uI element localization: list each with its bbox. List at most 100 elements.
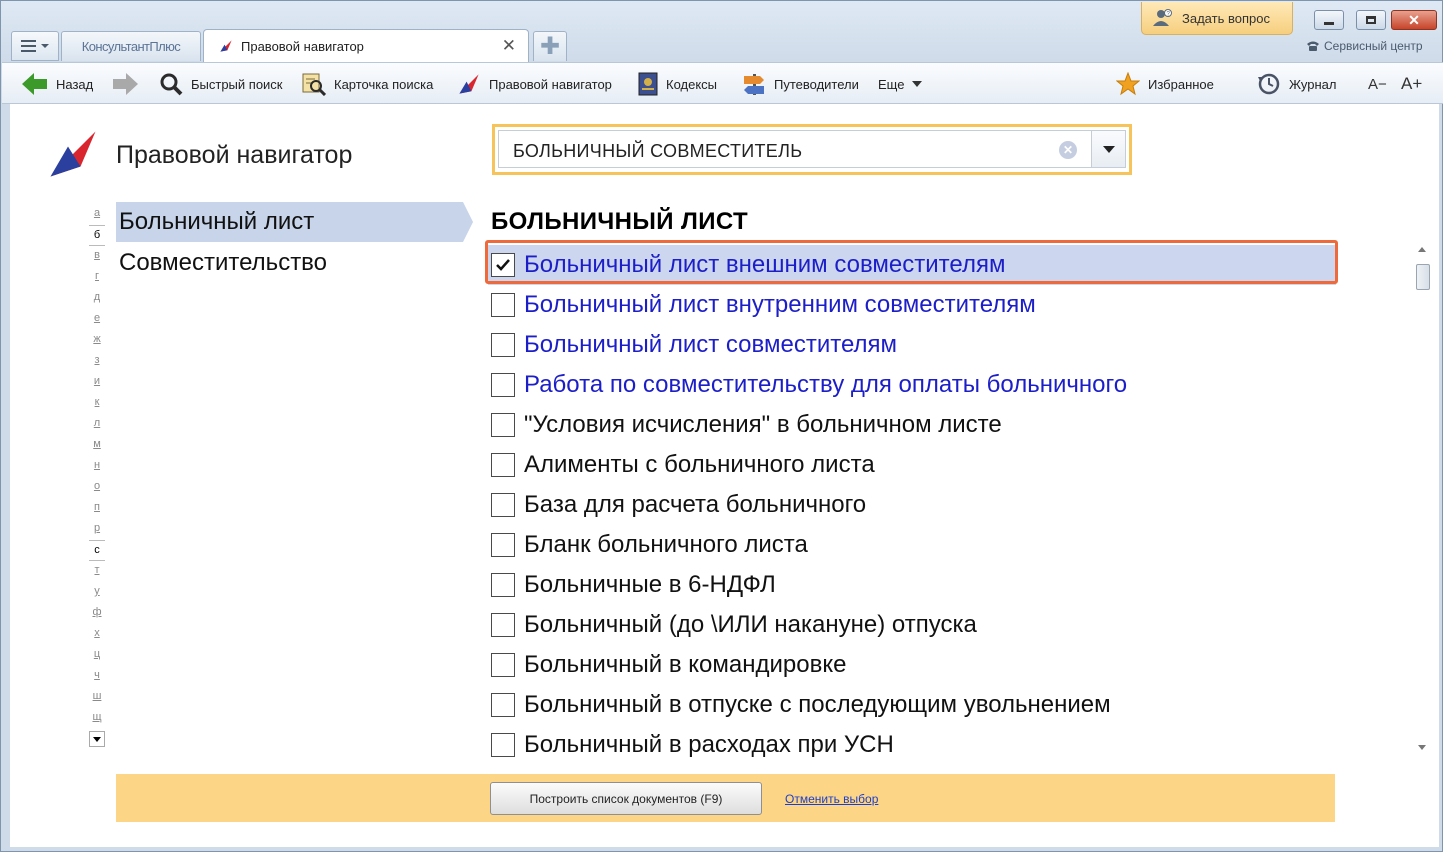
legal-navigator-button[interactable]: Правовой навигатор: [457, 70, 612, 98]
app-window: КонсультантПлюс Правовой навигатор ✕ ✚ ?…: [0, 0, 1443, 852]
font-decrease-button[interactable]: A−: [1368, 70, 1387, 98]
search-history-dropdown[interactable]: [1092, 130, 1126, 168]
scroll-up-icon[interactable]: [1418, 247, 1426, 252]
checkbox[interactable]: [491, 453, 515, 477]
situation-label: Больничные в 6-НДФЛ: [524, 571, 776, 598]
alphabet-letter[interactable]: к: [89, 393, 105, 414]
alphabet-letter[interactable]: м: [89, 435, 105, 456]
font-increase-button[interactable]: A+: [1401, 70, 1422, 98]
minimize-button[interactable]: [1314, 10, 1344, 30]
checkbox[interactable]: [491, 573, 515, 597]
situation-row[interactable]: "Условия исчисления" в больничном листе: [488, 405, 1336, 445]
alphabet-letter[interactable]: с: [89, 540, 105, 561]
alphabet-letter[interactable]: л: [89, 414, 105, 435]
checkbox[interactable]: [491, 293, 515, 317]
journal-label: Журнал: [1289, 76, 1337, 92]
alphabet-letter[interactable]: д: [89, 288, 105, 309]
close-tab-icon[interactable]: ✕: [502, 36, 516, 56]
service-center-link[interactable]: Сервисный центр: [1306, 39, 1423, 53]
situation-row[interactable]: Больничный лист внутренним совместителям: [488, 285, 1336, 325]
alphabet-letter[interactable]: б: [89, 225, 105, 246]
scroll-down-icon[interactable]: [1418, 745, 1426, 750]
journal-button[interactable]: Журнал: [1257, 70, 1336, 98]
alphabet-letter[interactable]: е: [89, 309, 105, 330]
checkbox[interactable]: [491, 653, 515, 677]
favorites-button[interactable]: Избранное: [1116, 70, 1214, 98]
category-item[interactable]: Совместительство: [116, 243, 327, 283]
checkbox[interactable]: [491, 533, 515, 557]
situation-row[interactable]: База для расчета больничного: [488, 485, 1336, 525]
alphabet-letter[interactable]: т: [89, 561, 105, 582]
scroll-thumb[interactable]: [1416, 264, 1430, 290]
checkbox[interactable]: [491, 493, 515, 517]
alphabet-letter[interactable]: х: [89, 624, 105, 645]
alphabet-letter[interactable]: п: [89, 498, 105, 519]
tab-legal-navigator[interactable]: Правовой навигатор ✕: [203, 29, 529, 62]
back-button[interactable]: Назад: [22, 70, 93, 98]
checkmark-icon: [496, 259, 510, 271]
list-scrollbar[interactable]: [1414, 242, 1432, 754]
alphabet-letter[interactable]: ч: [89, 666, 105, 687]
section-heading: БОЛЬНИЧНЫЙ ЛИСТ: [491, 208, 749, 235]
alphabet-letter[interactable]: з: [89, 351, 105, 372]
alphabet-letter[interactable]: ж: [89, 330, 105, 351]
alphabet-letter[interactable]: г: [89, 267, 105, 288]
cancel-selection-link[interactable]: Отменить выбор: [785, 792, 878, 806]
situation-row[interactable]: Больничный в расходах при УСН: [488, 725, 1336, 761]
codes-button[interactable]: Кодексы: [638, 70, 717, 98]
alphabet-letter[interactable]: в: [89, 246, 105, 267]
situation-row[interactable]: Больничные в 6-НДФЛ: [488, 565, 1336, 605]
checkbox-checked[interactable]: [491, 253, 515, 277]
tab-konsultant-home[interactable]: КонсультантПлюс: [61, 31, 201, 61]
checkbox[interactable]: [491, 613, 515, 637]
search-input[interactable]: БОЛЬНИЧНЫЙ СОВМЕСТИТЕЛЬ ✕: [498, 130, 1092, 168]
alphabet-letter[interactable]: и: [89, 372, 105, 393]
alphabet-letter[interactable]: р: [89, 519, 105, 540]
alphabet-letter[interactable]: щ: [89, 708, 105, 729]
close-window-button[interactable]: ✕: [1391, 10, 1437, 30]
checkbox[interactable]: [491, 373, 515, 397]
maximize-button[interactable]: [1356, 10, 1386, 30]
situation-row[interactable]: Алименты с больничного листа: [488, 445, 1336, 485]
more-menu-button[interactable]: Еще: [878, 70, 923, 98]
main-menu-button[interactable]: [11, 31, 59, 61]
alphabet-letter[interactable]: ш: [89, 687, 105, 708]
checkbox[interactable]: [491, 333, 515, 357]
alphabet-letter[interactable]: а: [89, 204, 105, 225]
ask-question-button[interactable]: ? Задать вопрос: [1141, 2, 1293, 35]
alphabet-scroll-down-button[interactable]: [89, 731, 105, 747]
checkbox[interactable]: [491, 733, 515, 757]
situation-label: Больничный лист внутренним совместителям: [524, 291, 1036, 318]
alphabet-letter[interactable]: ф: [89, 603, 105, 624]
guides-button[interactable]: Путеводители: [742, 70, 859, 98]
search-card-button[interactable]: Карточка поиска: [302, 70, 433, 98]
situation-row[interactable]: Больничный лист совместителям: [488, 325, 1336, 365]
checkbox[interactable]: [491, 693, 515, 717]
situation-row[interactable]: Больничный лист внешним совместителям: [488, 245, 1336, 285]
build-document-list-button[interactable]: Построить список документов (F9): [490, 782, 762, 815]
situation-row[interactable]: Больничный (до \ИЛИ накануне) отпуска: [488, 605, 1336, 645]
checkbox[interactable]: [491, 413, 515, 437]
situation-label: Больничный в отпуске с последующим уволь…: [524, 691, 1111, 718]
doc-tab-label: Правовой навигатор: [241, 38, 364, 54]
situation-row[interactable]: Работа по совместительству для оплаты бо…: [488, 365, 1336, 405]
alphabet-letter[interactable]: у: [89, 582, 105, 603]
situation-row[interactable]: Больничный в командировке: [488, 645, 1336, 685]
font-increase-label: A+: [1401, 74, 1423, 93]
new-tab-button[interactable]: ✚: [533, 31, 567, 61]
situation-label: Больничный лист совместителям: [524, 331, 898, 358]
forward-button[interactable]: [112, 70, 138, 98]
situation-label: Больничный в командировке: [524, 651, 847, 678]
situation-row[interactable]: Больничный в отпуске с последующим уволь…: [488, 685, 1336, 725]
magnifier-icon: [160, 73, 183, 96]
alphabet-letter[interactable]: ц: [89, 645, 105, 666]
minimize-icon: [1324, 21, 1334, 25]
clear-search-icon[interactable]: ✕: [1059, 141, 1077, 159]
situation-row[interactable]: Бланк больничного листа: [488, 525, 1336, 565]
alphabet-letter[interactable]: о: [89, 477, 105, 498]
quick-search-button[interactable]: Быстрый поиск: [159, 70, 283, 98]
situation-label: Работа по совместительству для оплаты бо…: [524, 371, 1128, 398]
category-item-selected[interactable]: Больничный лист: [116, 202, 473, 242]
history-clock-icon: [1258, 73, 1280, 95]
alphabet-letter[interactable]: н: [89, 456, 105, 477]
